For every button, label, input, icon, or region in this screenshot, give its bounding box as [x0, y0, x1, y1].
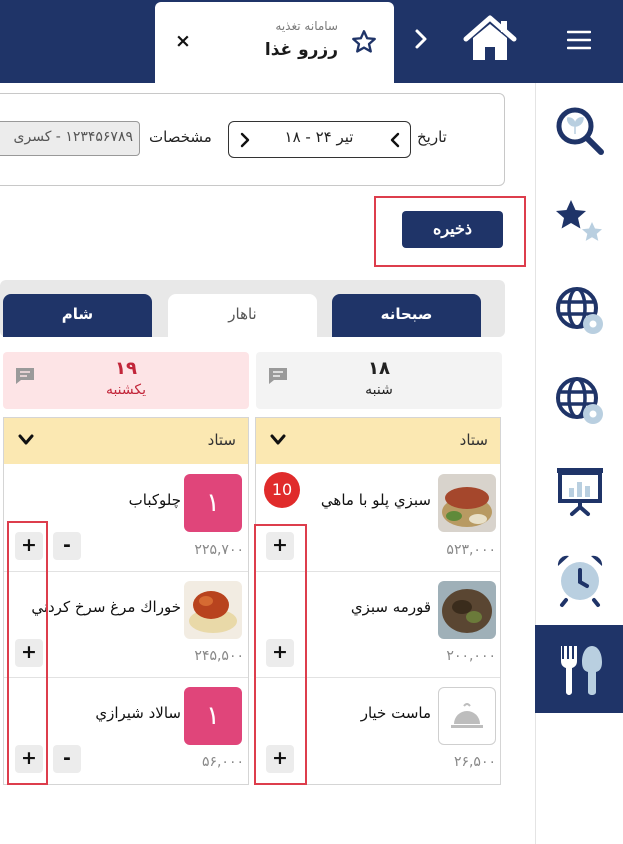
minus-button[interactable]: -: [53, 745, 81, 773]
alarm-clock-icon[interactable]: [551, 550, 609, 608]
staff-selector[interactable]: ستاد: [256, 418, 500, 464]
globe-gear-icon[interactable]: [551, 372, 609, 430]
save-button[interactable]: ذخیره: [402, 211, 503, 248]
chevron-down-icon: [270, 434, 286, 445]
food-price: ۵۶,۰۰۰: [201, 754, 244, 770]
chevron-left-icon[interactable]: [387, 130, 405, 150]
cloche-icon: [451, 703, 483, 728]
tab-meal-reservation[interactable]: سامانه تغذیه رزرو غذا ×: [155, 2, 394, 83]
food-utensils-icon: [561, 646, 602, 695]
tab-title: رزرو غذا: [264, 40, 338, 60]
annotation-highlight: [254, 524, 307, 785]
star-icon[interactable]: [350, 28, 378, 56]
quantity-tile: ۱: [184, 687, 242, 745]
annotation-highlight: [7, 521, 48, 785]
presentation-icon[interactable]: [551, 462, 609, 520]
day-number: ۱۹: [115, 358, 137, 379]
tab-breakfast[interactable]: صبحانه: [332, 294, 481, 337]
day-card-sunday[interactable]: ۱۹ یکشنبه: [3, 352, 249, 409]
food-price: ۵۲۳,۰۰۰: [446, 542, 496, 558]
close-icon[interactable]: ×: [175, 30, 191, 52]
tab-lunch[interactable]: ناهار: [168, 294, 317, 337]
day-card-saturday[interactable]: ۱۸ شنبه: [256, 352, 502, 409]
food-price: ۲۶,۵۰۰: [453, 754, 496, 770]
date-label: تاریخ: [417, 128, 447, 146]
staff-label: ستاد: [459, 431, 488, 449]
food-name: سبزي پلو با ماهي: [320, 491, 431, 509]
stars-icon[interactable]: [551, 196, 609, 254]
food-price: ۲۴۵,۵۰۰: [194, 648, 244, 664]
food-price: ۲۰۰,۰۰۰: [446, 648, 496, 664]
food-name: چلوكباب: [128, 491, 181, 509]
date-value: تیر ۲۴ - ۱۸: [284, 128, 354, 146]
fish-rice-photo: [438, 474, 496, 532]
food-name: خوراك مرغ سرخ كردني: [31, 598, 181, 616]
stew-photo: [438, 581, 496, 639]
staff-label: ستاد: [207, 431, 236, 449]
fried-chicken-photo: [184, 581, 242, 639]
tab-dinner[interactable]: شام: [3, 294, 152, 337]
chevron-down-icon: [18, 434, 34, 445]
count-badge: 10: [264, 472, 300, 508]
search-plant-icon[interactable]: [551, 102, 609, 160]
chevron-right-icon[interactable]: [409, 22, 433, 56]
food-price: ۲۲۵,۷۰۰: [194, 542, 244, 558]
food-name: قورمه سبزي: [350, 598, 431, 616]
minus-button[interactable]: -: [53, 532, 81, 560]
home-icon[interactable]: [462, 14, 518, 64]
staff-selector[interactable]: ستاد: [4, 418, 248, 464]
comment-icon[interactable]: [14, 366, 36, 386]
food-placeholder: [438, 687, 496, 745]
menu-icon: [567, 30, 591, 50]
menu-button[interactable]: [535, 0, 623, 83]
sidebar-item-food[interactable]: [535, 625, 623, 713]
spec-field[interactable]: ۱۲۳۴۵۶۷۸۹ - کسری: [0, 121, 140, 156]
food-name: ماست خيار: [360, 704, 431, 722]
comment-icon[interactable]: [267, 366, 289, 386]
day-name: یکشنبه: [105, 382, 147, 398]
day-number: ۱۸: [368, 358, 390, 379]
tab-subtitle: سامانه تغذیه: [275, 19, 338, 33]
chevron-right-icon[interactable]: [235, 130, 253, 150]
spec-value: ۱۲۳۴۵۶۷۸۹ - کسری: [13, 129, 133, 145]
quantity-tile: ۱: [184, 474, 242, 532]
day-name: شنبه: [365, 382, 393, 398]
globe-gear-icon[interactable]: [551, 282, 609, 340]
food-name: سالاد شيرازي: [95, 704, 181, 722]
spec-label: مشخصات: [149, 128, 212, 146]
